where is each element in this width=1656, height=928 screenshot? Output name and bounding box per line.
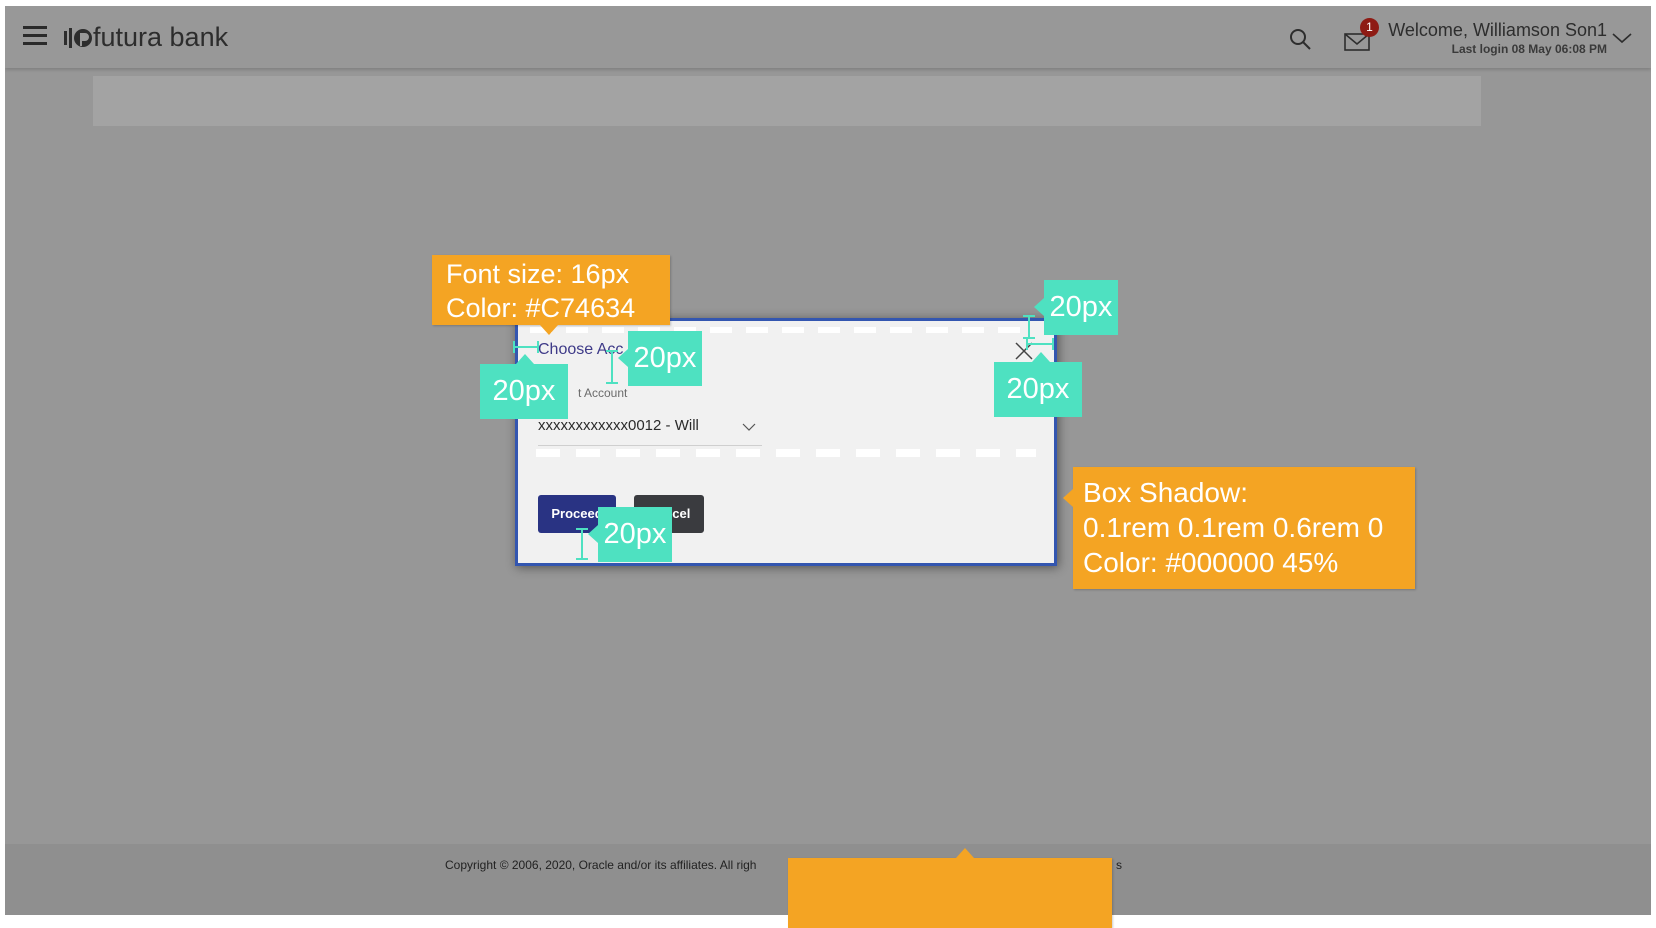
- vertical-measure-marker: [576, 528, 588, 560]
- annotation-line: Box Shadow:: [1083, 477, 1248, 508]
- annotation-line: Font size: 16px: [446, 259, 630, 289]
- vertical-measure-marker: [1023, 315, 1035, 339]
- vertical-measure-marker: [606, 350, 618, 384]
- copyright-text-tail: s: [1116, 858, 1122, 872]
- chevron-down-icon[interactable]: [1611, 31, 1633, 45]
- top-header: futura bank 1 Welcome, Williamson Son1 L…: [5, 6, 1651, 68]
- futura-logo-icon: [64, 28, 92, 48]
- font-spec-annotation: Font size: 16px Color: #C74634: [432, 255, 670, 335]
- notification-badge: 1: [1360, 18, 1379, 37]
- annotation-line: 0.1rem 0.1rem 0.6rem 0: [1083, 512, 1384, 543]
- spacing-annotation: 20px: [994, 352, 1082, 417]
- divider: [530, 327, 1030, 333]
- app-frame: futura bank 1 Welcome, Williamson Son1 L…: [5, 6, 1651, 915]
- user-welcome[interactable]: Welcome, Williamson Son1 Last login 08 M…: [1388, 20, 1607, 56]
- account-select[interactable]: xxxxxxxxxxxx0012 - Will: [538, 417, 762, 446]
- page-toolbar-band: [93, 76, 1481, 126]
- divider: [536, 449, 1036, 457]
- footer-annotation: [788, 848, 1112, 928]
- spacing-annotation: 20px: [480, 354, 568, 419]
- spacing-annotation: 20px: [618, 331, 702, 386]
- box-shadow-annotation: Box Shadow: 0.1rem 0.1rem 0.6rem 0 Color…: [1063, 467, 1415, 589]
- horizontal-measure-marker: [1026, 338, 1054, 350]
- account-field-label: t Account: [578, 386, 628, 400]
- spacing-annotation: 20px: [588, 507, 672, 562]
- last-login-text: Last login 08 May 06:08 PM: [1451, 42, 1607, 56]
- welcome-text: Welcome, Williamson Son1: [1388, 20, 1607, 40]
- copyright-text: Copyright © 2006, 2020, Oracle and/or it…: [445, 858, 757, 872]
- hamburger-icon[interactable]: [23, 26, 47, 46]
- search-icon[interactable]: [1288, 27, 1314, 53]
- annotation-line: Color: #C74634: [446, 293, 636, 323]
- annotation-line: Color: #000000 45%: [1083, 547, 1339, 578]
- spacing-annotation: 20px: [1034, 280, 1118, 335]
- horizontal-measure-marker: [513, 341, 539, 353]
- chevron-down-icon: [742, 423, 756, 431]
- account-select-value: xxxxxxxxxxxx0012 - Will: [538, 417, 699, 434]
- brand-name[interactable]: futura bank: [93, 22, 228, 53]
